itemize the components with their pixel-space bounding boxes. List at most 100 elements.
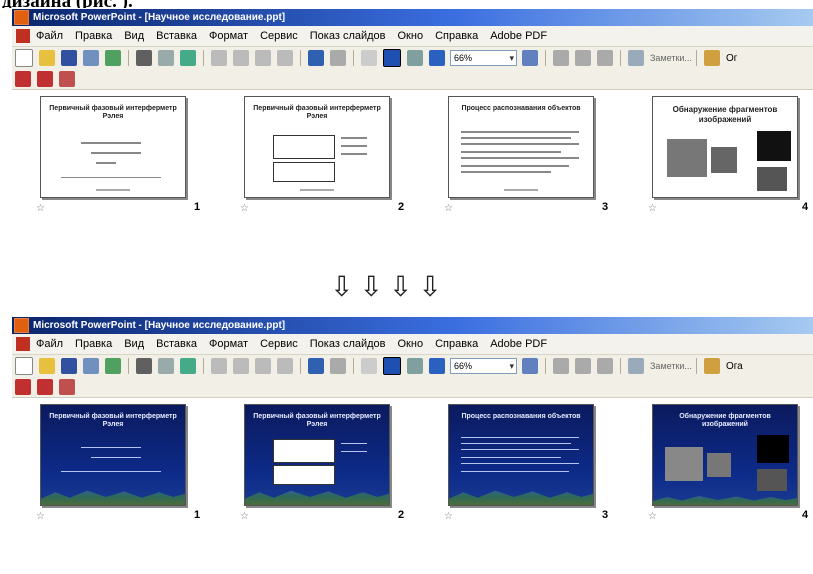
undo-icon[interactable] <box>308 358 324 374</box>
design-icon[interactable] <box>703 358 720 374</box>
design-button[interactable]: Ога <box>726 361 743 372</box>
grayscale-icon[interactable] <box>407 358 423 374</box>
notes-button[interactable]: Заметки... <box>650 53 692 63</box>
help-icon[interactable] <box>522 358 538 374</box>
diagram-line <box>81 142 141 144</box>
copy-icon[interactable] <box>233 358 249 374</box>
menu-insert[interactable]: Вставка <box>156 30 197 42</box>
pdf-review-icon[interactable] <box>59 71 75 87</box>
menu-help[interactable]: Справка <box>435 30 478 42</box>
slide-thumbnail[interactable]: Обнаружение фрагментов изображений <box>652 404 798 506</box>
diagram-line <box>91 457 141 458</box>
slide-thumbnail[interactable]: Первичный фазовый интерферметр Рэлея <box>40 96 186 198</box>
slide-thumbnail[interactable]: Первичный фазовый интерферметр Рэлея <box>40 404 186 506</box>
show-formatting-icon[interactable] <box>383 49 401 67</box>
color-icon[interactable] <box>429 358 445 374</box>
menu-edit[interactable]: Правка <box>75 338 112 350</box>
menu-format[interactable]: Формат <box>209 30 248 42</box>
menu-adobe-pdf[interactable]: Adobe PDF <box>490 338 547 350</box>
pdf-review-icon[interactable] <box>59 379 75 395</box>
slide-sorter-icon[interactable] <box>553 358 569 374</box>
slide-thumbnail[interactable]: Первичный фазовый интерферметр Рэлея <box>244 96 390 198</box>
transition-icon[interactable] <box>575 50 591 66</box>
image-photo <box>757 131 791 161</box>
zoom-select[interactable]: 66% <box>450 358 517 374</box>
email-icon[interactable] <box>105 358 121 374</box>
print-icon[interactable] <box>136 358 152 374</box>
design-icon[interactable] <box>703 50 720 66</box>
plot-graph <box>273 135 335 159</box>
text-line <box>461 165 569 167</box>
print-icon[interactable] <box>136 50 152 66</box>
notes-icon[interactable] <box>628 50 644 66</box>
new-icon[interactable] <box>15 357 33 375</box>
pdf-email-icon[interactable] <box>37 379 53 395</box>
spelling-icon[interactable] <box>180 358 196 374</box>
pdf-convert-icon[interactable] <box>15 379 31 395</box>
design-button[interactable]: Ог <box>726 53 737 64</box>
text-line <box>461 463 579 464</box>
hide-slide-icon[interactable] <box>597 50 613 66</box>
format-painter-icon[interactable] <box>277 50 293 66</box>
toolbar-separator <box>128 50 129 66</box>
format-painter-icon[interactable] <box>277 358 293 374</box>
menu-window[interactable]: Окно <box>398 338 424 350</box>
show-formatting-icon[interactable] <box>383 357 401 375</box>
hide-slide-icon[interactable] <box>597 358 613 374</box>
slide-sorter-icon[interactable] <box>553 50 569 66</box>
menu-adobe-pdf[interactable]: Adobe PDF <box>490 30 547 42</box>
text-line <box>461 157 579 159</box>
menu-slideshow[interactable]: Показ слайдов <box>310 338 386 350</box>
pdf-email-icon[interactable] <box>37 71 53 87</box>
help-icon[interactable] <box>522 50 538 66</box>
permission-icon[interactable] <box>83 50 99 66</box>
slide-thumbnail[interactable]: Процесс распознавания объектов <box>448 96 594 198</box>
transition-icon[interactable] <box>575 358 591 374</box>
email-icon[interactable] <box>105 50 121 66</box>
menu-edit[interactable]: Правка <box>75 30 112 42</box>
cut-icon[interactable] <box>211 50 227 66</box>
print-preview-icon[interactable] <box>158 50 174 66</box>
menu-view[interactable]: Вид <box>124 338 144 350</box>
notes-icon[interactable] <box>628 358 644 374</box>
menu-format[interactable]: Формат <box>209 338 248 350</box>
spelling-icon[interactable] <box>180 50 196 66</box>
powerpoint-window-top: Microsoft PowerPoint - [Научное исследов… <box>12 9 813 250</box>
notes-button[interactable]: Заметки... <box>650 361 692 371</box>
copy-icon[interactable] <box>233 50 249 66</box>
save-icon[interactable] <box>61 50 77 66</box>
menu-slideshow[interactable]: Показ слайдов <box>310 30 386 42</box>
text-line <box>461 471 569 472</box>
menu-tools[interactable]: Сервис <box>260 30 298 42</box>
menu-file[interactable]: Файл <box>36 338 63 350</box>
zoom-select[interactable]: 66% <box>450 50 517 66</box>
menu-window[interactable]: Окно <box>398 30 424 42</box>
menu-view[interactable]: Вид <box>124 30 144 42</box>
color-icon[interactable] <box>429 50 445 66</box>
save-icon[interactable] <box>61 358 77 374</box>
menu-insert[interactable]: Вставка <box>156 338 197 350</box>
undo-icon[interactable] <box>308 50 324 66</box>
grayscale-icon[interactable] <box>407 50 423 66</box>
redo-icon[interactable] <box>330 50 346 66</box>
pdf-convert-icon[interactable] <box>15 71 31 87</box>
expand-all-icon[interactable] <box>361 50 377 66</box>
permission-icon[interactable] <box>83 358 99 374</box>
menu-help[interactable]: Справка <box>435 338 478 350</box>
redo-icon[interactable] <box>330 358 346 374</box>
document-icon[interactable] <box>16 29 30 43</box>
slide-thumbnail[interactable]: Обнаружение фрагментов изображений <box>652 96 798 198</box>
cut-icon[interactable] <box>211 358 227 374</box>
new-icon[interactable] <box>15 49 33 67</box>
expand-all-icon[interactable] <box>361 358 377 374</box>
menu-file[interactable]: Файл <box>36 30 63 42</box>
slide-thumbnail[interactable]: Первичный фазовый интерферметр Рэлея <box>244 404 390 506</box>
open-icon[interactable] <box>39 50 55 66</box>
document-icon[interactable] <box>16 337 30 351</box>
paste-icon[interactable] <box>255 50 271 66</box>
menu-tools[interactable]: Сервис <box>260 338 298 350</box>
slide-thumbnail[interactable]: Процесс распознавания объектов <box>448 404 594 506</box>
paste-icon[interactable] <box>255 358 271 374</box>
print-preview-icon[interactable] <box>158 358 174 374</box>
open-icon[interactable] <box>39 358 55 374</box>
